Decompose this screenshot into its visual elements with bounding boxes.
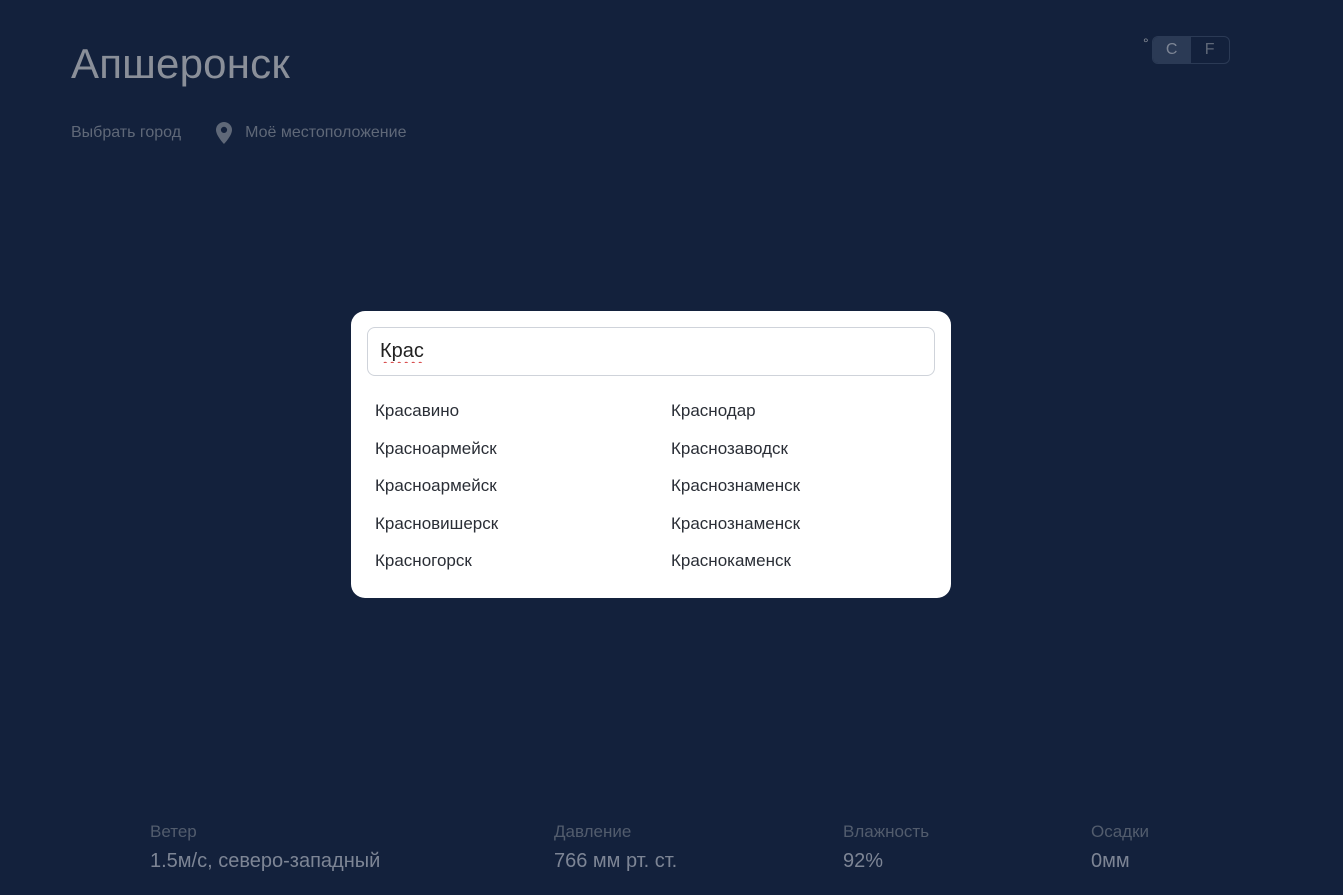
stat-humidity: Влажность 92% — [843, 822, 929, 873]
city-result-item[interactable]: Краснознаменск — [671, 467, 935, 505]
city-result-item[interactable]: Краснодар — [671, 392, 935, 430]
stat-value: 92% — [843, 850, 884, 872]
my-location-link[interactable]: Моё местоположение — [216, 122, 406, 144]
city-result-item[interactable]: Краснознаменск — [671, 505, 935, 543]
city-search-modal: Красавино Краснодар Красноармейск Красно… — [351, 311, 951, 598]
city-result-item[interactable]: Краснозаводск — [671, 430, 935, 468]
stat-label: Ветер — [150, 822, 197, 841]
fahrenheit-button[interactable]: F — [1191, 37, 1229, 63]
unit-switch: ° C F — [1143, 36, 1230, 64]
stat-value: 0мм — [1091, 850, 1130, 872]
choose-city-link[interactable]: Выбрать город — [71, 124, 181, 142]
stat-label: Давление — [554, 822, 632, 841]
city-result-item[interactable]: Красновишерск — [375, 505, 671, 543]
degree-sign: ° — [1143, 35, 1149, 51]
city-results-list: Красавино Краснодар Красноармейск Красно… — [375, 392, 935, 580]
weather-stats: Ветер 1.5м/с, северо-западный Давление 7… — [0, 822, 1343, 882]
city-result-item[interactable]: Краснокаменск — [671, 542, 935, 580]
stat-precipitation: Осадки 0мм — [1091, 822, 1149, 873]
city-title: Апшеронск — [71, 40, 290, 87]
top-actions: Выбрать город Моё местоположение — [71, 122, 406, 144]
map-pin-icon — [216, 122, 233, 144]
stat-value: 766 мм рт. ст. — [554, 850, 678, 872]
stat-wind: Ветер 1.5м/с, северо-западный — [150, 822, 380, 873]
city-result-item[interactable]: Красавино — [375, 392, 671, 430]
city-result-item[interactable]: Красноармейск — [375, 467, 671, 505]
stat-label: Осадки — [1091, 822, 1150, 841]
city-result-item[interactable]: Красногорск — [375, 542, 671, 580]
my-location-label: Моё местоположение — [245, 124, 407, 141]
stat-label: Влажность — [843, 822, 930, 841]
city-result-item[interactable]: Красноармейск — [375, 430, 671, 468]
stat-pressure: Давление 766 мм рт. ст. — [554, 822, 677, 873]
city-search-input[interactable] — [367, 327, 935, 376]
stat-value: 1.5м/с, северо-западный — [150, 850, 381, 872]
unit-toggle: C F — [1151, 36, 1230, 64]
celsius-button[interactable]: C — [1152, 37, 1191, 63]
